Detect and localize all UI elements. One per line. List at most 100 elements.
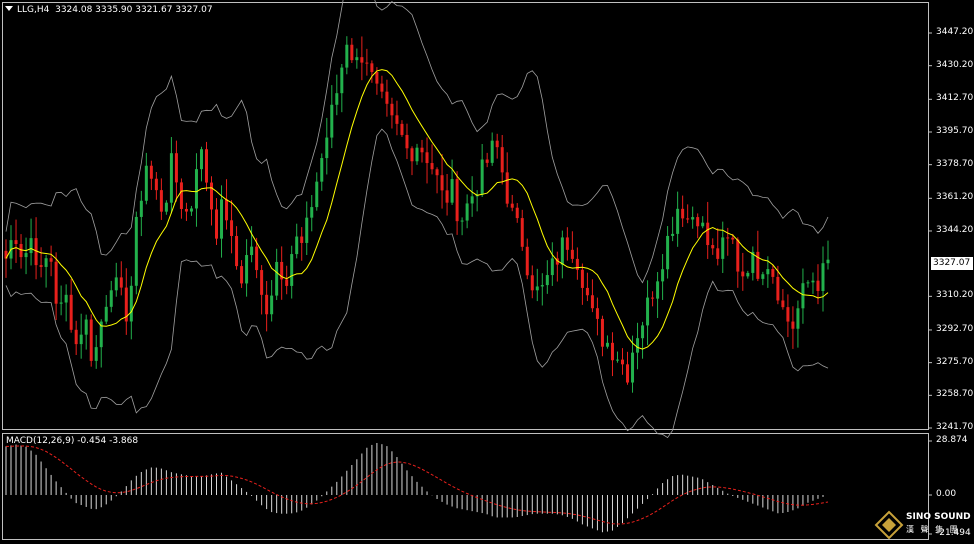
candle-body	[721, 237, 725, 259]
candle-body	[590, 295, 594, 309]
candle-body	[179, 182, 183, 209]
candle-body	[595, 308, 599, 319]
price-tick-label: 3430.20	[936, 59, 974, 70]
lower-band-line	[5, 128, 829, 439]
candle-body	[435, 169, 439, 176]
candle-body	[54, 261, 58, 304]
price-tick-label: 3395.70	[936, 125, 974, 136]
candle-body	[480, 159, 484, 195]
candle-body	[104, 306, 108, 322]
candle-body	[706, 222, 710, 246]
candle-body	[470, 196, 474, 204]
candle-body	[265, 294, 269, 315]
chart-canvas[interactable]	[0, 0, 974, 544]
candle-body	[691, 217, 695, 220]
candle-body	[385, 91, 389, 104]
candle-body	[535, 286, 539, 291]
candle-body	[741, 271, 745, 277]
candle-body	[204, 149, 208, 183]
candle-body	[174, 153, 178, 183]
candle-body	[94, 347, 98, 361]
candle-body	[560, 237, 564, 265]
candle-body	[415, 147, 419, 162]
candle-body	[661, 269, 665, 282]
candle-body	[310, 207, 314, 218]
candle-body	[335, 93, 339, 105]
candle-body	[771, 269, 775, 277]
candle-body	[245, 255, 249, 284]
logo-brand: SINO SOUND	[906, 512, 971, 522]
candle-body	[455, 179, 459, 222]
candle-body	[621, 359, 624, 365]
candle-body	[14, 240, 18, 245]
candle-body	[716, 248, 720, 259]
price-tick-label: 3361.20	[936, 192, 974, 203]
candle-body	[520, 218, 524, 247]
macd-label: MACD(12,26,9) -0.454 -3.868	[6, 436, 139, 446]
candle-body	[631, 352, 635, 383]
logo-icon	[874, 510, 904, 540]
candle-body	[641, 325, 645, 339]
candle-body	[505, 172, 509, 204]
candle-body	[636, 338, 640, 353]
candle-body	[24, 253, 28, 258]
candle-body	[610, 342, 614, 361]
candle-body	[681, 208, 685, 219]
chart-header: LLG,H4 3324.08 3335.90 3321.67 3327.07	[5, 5, 213, 15]
candle-body	[149, 165, 153, 179]
candle-body	[440, 175, 444, 191]
candle-body	[545, 275, 549, 286]
candle-body	[355, 57, 359, 61]
sino-sound-logo: SINO SOUND 漢 聲 集 團	[874, 510, 974, 540]
candle-body	[340, 67, 344, 94]
dropdown-triangle-icon[interactable]	[5, 6, 13, 11]
symbol-timeframe: LLG,H4	[17, 5, 50, 15]
candle-body	[345, 44, 349, 68]
candle-body	[360, 57, 364, 63]
candle-body	[510, 203, 514, 208]
candle-body	[791, 321, 795, 329]
candle-body	[159, 190, 163, 212]
ohlc-values: 3324.08 3335.90 3321.67 3327.07	[55, 5, 213, 15]
candle-body	[370, 63, 374, 73]
candle-body	[109, 290, 113, 307]
candle-body	[580, 269, 584, 288]
candle-body	[826, 259, 830, 264]
candle-body	[530, 275, 534, 291]
candle-body	[806, 282, 810, 284]
candle-body	[89, 319, 93, 361]
candle-body	[235, 235, 239, 267]
candle-body	[485, 159, 489, 163]
candle-body	[766, 269, 770, 275]
candlestick-series[interactable]	[4, 36, 830, 393]
candle-body	[64, 294, 68, 303]
candle-body	[169, 153, 173, 203]
candle-body	[801, 283, 805, 309]
candle-body	[330, 104, 334, 138]
price-tick-label: 3378.70	[936, 158, 974, 169]
candle-body	[119, 277, 123, 288]
candle-body	[651, 297, 655, 299]
bollinger-bands	[5, 0, 829, 439]
candle-body	[676, 208, 680, 234]
candle-body	[465, 203, 469, 221]
candle-body	[400, 123, 404, 135]
candle-body	[139, 200, 143, 217]
candle-body	[420, 147, 424, 153]
candle-body	[84, 319, 88, 335]
candle-body	[425, 152, 429, 164]
candle-body	[405, 134, 409, 149]
candle-body	[230, 220, 234, 236]
candle-body	[189, 208, 193, 212]
candle-body	[726, 237, 730, 239]
candle-body	[49, 258, 53, 262]
candle-body	[646, 297, 650, 326]
candle-body	[761, 274, 765, 279]
candle-body	[731, 237, 735, 240]
candle-body	[305, 217, 309, 243]
price-tick-label: 3241.70	[936, 422, 974, 432]
candle-body	[194, 169, 198, 209]
candle-body	[585, 287, 589, 296]
candle-body	[430, 163, 434, 170]
candle-body	[500, 147, 504, 173]
